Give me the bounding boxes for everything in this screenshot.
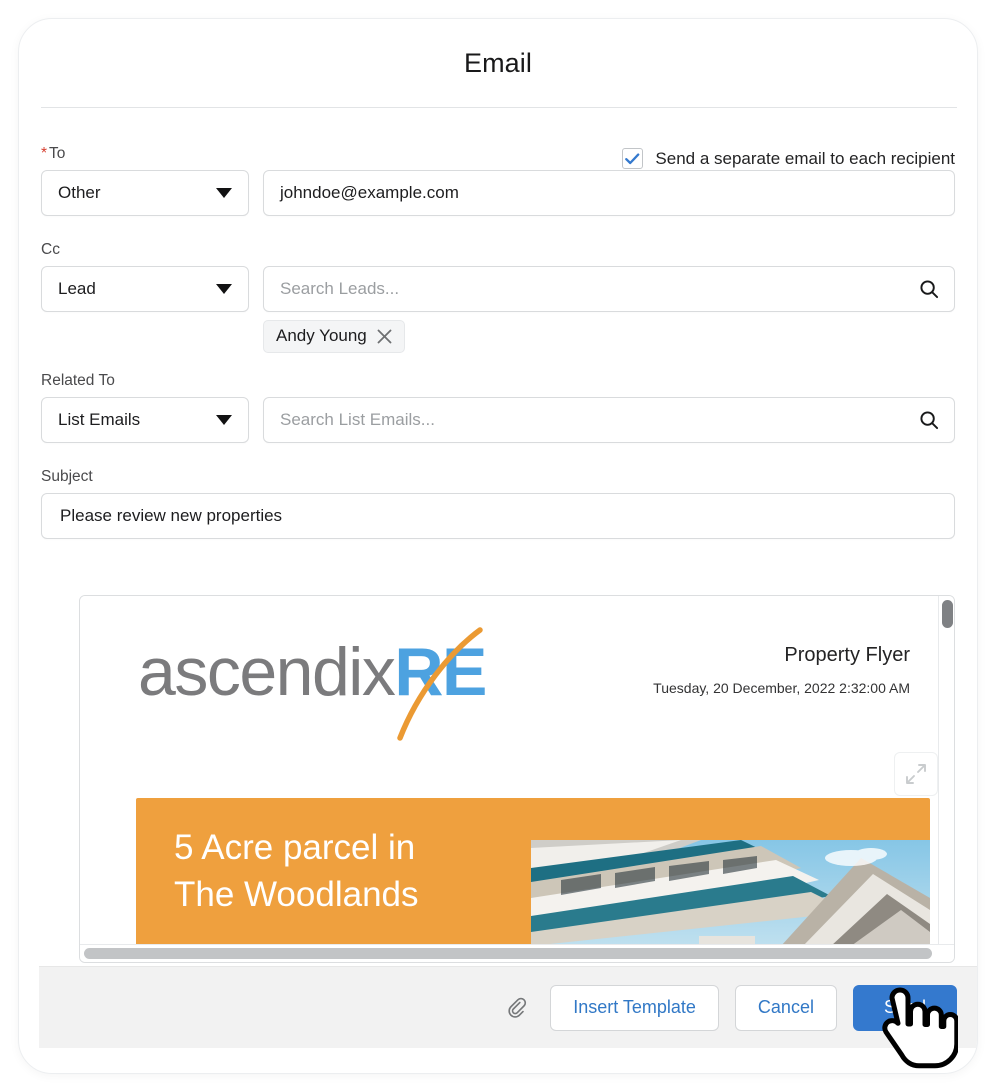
- to-type-select[interactable]: Other: [41, 170, 249, 216]
- paperclip-icon[interactable]: [502, 993, 532, 1023]
- cc-type-value: Lead: [58, 279, 96, 298]
- logo-text-x: x: [361, 634, 396, 710]
- ascendixre-logo: ascendixRE: [138, 627, 608, 741]
- modal-footer: Insert Template Cancel Send: [39, 966, 977, 1048]
- insert-template-button[interactable]: Insert Template: [550, 984, 719, 1031]
- to-recipient-input[interactable]: johndoe@example.com: [263, 170, 955, 216]
- subject-section: Subject Please review new properties: [41, 467, 955, 539]
- page-title: Email: [463, 47, 532, 78]
- related-to-label: Related To: [41, 372, 115, 389]
- flyer-meta: Property Flyer Tuesday, 20 December, 202…: [650, 642, 910, 698]
- logo-text-gray: ascendi: [138, 634, 363, 710]
- chevron-down-icon: [216, 284, 232, 294]
- flyer-title: Property Flyer: [784, 644, 910, 666]
- banner-line-1: 5 Acre parcel in: [174, 828, 416, 867]
- cc-search-placeholder: Search Leads...: [280, 279, 400, 298]
- flyer-date: Tuesday, 20 December, 2022 2:32:00 AM: [653, 680, 910, 696]
- related-to-type-select[interactable]: List Emails: [41, 397, 249, 443]
- related-to-search-input[interactable]: Search List Emails...: [263, 397, 955, 443]
- chip-remove-icon[interactable]: [376, 328, 393, 345]
- send-button[interactable]: Send: [852, 984, 957, 1031]
- preview-resize-handle[interactable]: [894, 752, 938, 796]
- email-modal: Email * To Send a separate email to each …: [18, 18, 978, 1074]
- separate-email-label: Send a separate email to each recipient: [655, 148, 955, 168]
- preview-canvas: ascendixRE Property Flyer Tuesday, 20 De…: [80, 596, 940, 946]
- to-recipient-value: johndoe@example.com: [280, 183, 459, 202]
- related-to-input-row: List Emails Search List Emails...: [41, 397, 955, 443]
- preview-vertical-scroll-thumb[interactable]: [942, 600, 953, 628]
- cc-chip-list: Andy Young: [263, 320, 955, 353]
- chevron-down-icon: [216, 188, 232, 198]
- preview-horizontal-scroll-thumb[interactable]: [84, 948, 932, 959]
- cc-chip-andy-young[interactable]: Andy Young: [263, 320, 405, 353]
- subject-input[interactable]: Please review new properties: [41, 493, 955, 539]
- logo-wordmark: ascendixRE: [138, 638, 487, 706]
- banner-headline: 5 Acre parcel in The Woodlands: [174, 824, 419, 918]
- flyer-banner: 5 Acre parcel in The Woodlands: [136, 798, 930, 946]
- to-label-text: To: [49, 145, 66, 162]
- logo-text-blue: RE: [394, 634, 487, 710]
- banner-line-2: The Woodlands: [174, 875, 419, 914]
- expand-arrows-icon: [906, 764, 926, 784]
- modal-header: Email: [19, 19, 977, 107]
- to-row-header: * To Send a separate email to each recipi…: [41, 108, 955, 170]
- required-asterisk: *: [41, 145, 48, 162]
- flyer-header: ascendixRE Property Flyer Tuesday, 20 De…: [80, 606, 940, 756]
- subject-value: Please review new properties: [60, 506, 283, 525]
- cancel-button[interactable]: Cancel: [734, 984, 837, 1031]
- related-to-search-placeholder: Search List Emails...: [280, 410, 435, 429]
- email-compose-screen: Email * To Send a separate email to each …: [0, 0, 996, 1092]
- search-icon[interactable]: [919, 279, 939, 299]
- property-photo: [531, 840, 930, 946]
- preview-vertical-scrollbar[interactable]: [938, 596, 954, 946]
- cc-section: Cc Lead Search Leads... Andy Young: [41, 240, 955, 353]
- check-icon: [625, 152, 640, 164]
- search-icon[interactable]: [919, 410, 939, 430]
- cc-type-select[interactable]: Lead: [41, 266, 249, 312]
- to-type-value: Other: [58, 183, 101, 202]
- to-label: * To: [41, 144, 65, 163]
- subject-label: Subject: [41, 468, 93, 485]
- separate-email-checkbox[interactable]: [622, 148, 644, 169]
- to-input-row: Other johndoe@example.com: [41, 170, 955, 216]
- related-to-type-value: List Emails: [58, 410, 141, 429]
- preview-horizontal-scrollbar[interactable]: [80, 944, 954, 962]
- related-to-section: Related To List Emails Search List Email…: [41, 371, 955, 443]
- separate-email-checkbox-group[interactable]: Send a separate email to each recipient: [622, 148, 955, 170]
- email-form: * To Send a separate email to each recipi…: [19, 108, 977, 539]
- cc-search-input[interactable]: Search Leads...: [263, 266, 955, 312]
- chevron-down-icon: [216, 415, 232, 425]
- cc-label: Cc: [41, 241, 60, 258]
- chip-label: Andy Young: [276, 326, 367, 345]
- email-body-preview[interactable]: ascendixRE Property Flyer Tuesday, 20 De…: [79, 595, 955, 963]
- cc-input-row: Lead Search Leads...: [41, 266, 955, 312]
